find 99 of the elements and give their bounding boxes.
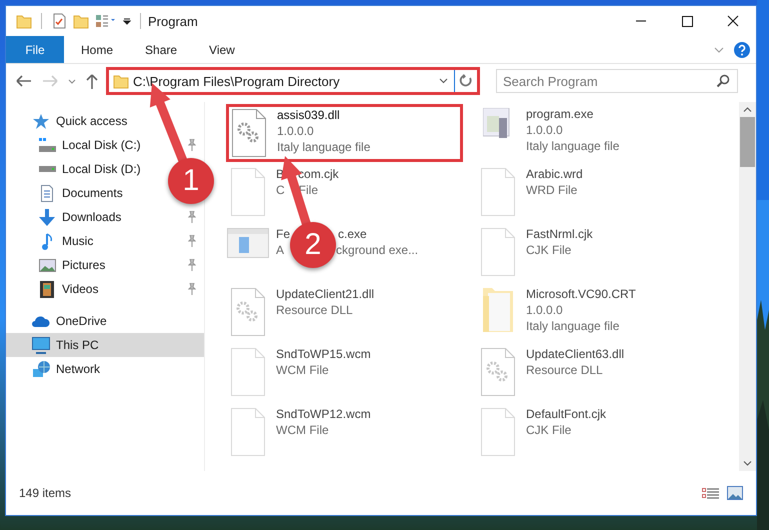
file-name: Fe [276,227,290,241]
forward-arrow-icon [42,75,58,87]
file-name: com.cjk [298,167,339,181]
refresh-icon[interactable] [459,74,473,88]
sidebar-item[interactable]: This PC [6,333,204,357]
sidebar-item[interactable]: OneDrive [32,314,107,328]
customize-caret-icon[interactable] [123,18,131,24]
pin-icon[interactable] [188,283,196,295]
address-path[interactable]: C:\Program Files\Program Directory [133,74,340,88]
folder-icon [483,288,513,332]
window-icon [227,228,269,258]
down-arrow-icon [39,208,55,226]
expand-ribbon-icon[interactable] [714,46,724,52]
file-name: c.exe [338,227,367,241]
help-icon[interactable] [734,42,750,58]
pin-icon[interactable] [188,139,196,151]
ribbon-tab[interactable]: Home [66,36,128,63]
file-name: program.exe [526,107,594,121]
large-icons-view-icon[interactable] [727,486,743,500]
folder-icon [113,73,129,89]
search-field[interactable]: Search Program [496,69,738,93]
file-icon [481,168,515,216]
sidebar-item[interactable]: Documents [38,184,123,202]
file-detail: WRD File [526,183,578,197]
file-icon [231,408,265,456]
network-icon [32,360,50,378]
sidebar-item[interactable]: Videos [38,280,98,298]
file-name: UpdateClient21.dll [276,287,374,301]
new-folder-icon[interactable] [73,13,89,29]
file-detail: 1.0.0.0 [277,124,314,138]
pin-icon[interactable] [188,235,196,247]
properties-icon[interactable] [51,13,67,29]
file-detail: ckground exe... [336,243,418,257]
pin-icon[interactable] [188,211,196,223]
file-detail: CJK File [526,243,572,257]
file-name: Microsoft.VC90.CRT [526,287,636,301]
file-icon [481,228,515,276]
dropdown-caret-icon[interactable] [439,78,448,84]
sidebar-item[interactable]: Network [32,360,100,378]
picture-icon [38,258,56,272]
file-name: SndToWP15.wcm [276,347,371,361]
pin-icon[interactable] [188,259,196,271]
file-menu-button[interactable]: File [6,36,64,63]
ribbon-tab[interactable]: View [194,36,250,63]
settings-file-icon [231,288,265,336]
file-name: UpdateClient63.dll [526,347,624,361]
file-name: FastNrml.cjk [526,227,593,241]
file-detail: A [276,243,284,257]
view-list-icon[interactable] [95,14,117,28]
sidebar-item[interactable]: Downloads [38,208,122,226]
drive-icon [38,166,56,172]
file-detail: Italy language file [526,139,620,153]
step-number: 1 [168,158,214,204]
file-icon [481,408,515,456]
file-detail: Resource DLL [276,303,353,317]
cloud-icon [32,316,50,326]
sidebar-item[interactable]: Local Disk (D:) [38,162,141,176]
file-detail: Italy language file [526,319,620,333]
folder-icon[interactable] [16,13,32,29]
file-detail: WCM File [276,423,329,437]
step-number: 2 [290,222,336,268]
scroll-down-icon[interactable] [743,461,752,466]
drive-icon [38,138,56,152]
file-detail: WCM File [276,363,329,377]
settings-file-icon [232,109,266,157]
file-icon [231,168,265,216]
sidebar-item[interactable]: Music [38,232,94,250]
details-view-icon[interactable] [702,487,719,499]
file-detail: 1.0.0.0 [526,303,563,317]
film-icon [40,280,54,298]
file-detail: Italy language file [277,140,370,154]
search-icon [716,74,730,88]
file-name: assis039.dll [277,108,340,122]
recent-caret-icon[interactable] [68,78,76,84]
sidebar-item[interactable]: Pictures [38,258,106,272]
settings-file-icon [481,348,515,396]
scroll-up-icon[interactable] [743,107,752,112]
file-detail: CJK File [526,423,572,437]
file-detail: Resource DLL [526,363,603,377]
item-count: 149 items [19,486,72,500]
file-item[interactable]: assis039.dll 1.0.0.0 Italy language file [226,104,463,162]
document-icon [41,184,53,202]
sidebar-item[interactable]: Local Disk (C:) [38,138,141,152]
file-icon [231,348,265,396]
music-note-icon [42,232,52,250]
star-icon [32,112,50,130]
file-detail: C [276,183,285,197]
back-arrow-icon[interactable] [16,75,32,87]
window-title: Program [148,14,198,28]
ribbon-tab[interactable]: Share [130,36,192,63]
scrollbar[interactable] [739,102,756,471]
file-name: DefaultFont.cjk [526,407,606,421]
computer-icon [32,336,50,354]
file-name: Arabic.wrd [526,167,583,181]
file-name: SndToWP12.wcm [276,407,371,421]
scroll-thumb[interactable] [740,117,755,167]
up-arrow-icon[interactable] [86,74,98,88]
file-detail: 1.0.0.0 [526,123,563,137]
sidebar-item[interactable]: Quick access [32,112,128,130]
